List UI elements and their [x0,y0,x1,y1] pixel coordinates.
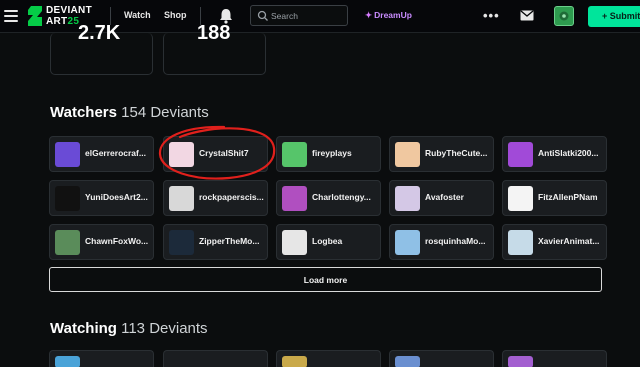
watcher-avatar[interactable] [55,230,80,255]
watcher-username[interactable]: XavierAnimat... [538,236,605,246]
logo-text-art: ART25 [46,16,80,27]
search-input[interactable]: Search [250,5,348,26]
avatar-gear-icon [559,11,569,21]
watcher-username[interactable]: YuniDoesArt2... [85,192,152,202]
watcher-avatar[interactable] [508,230,533,255]
watcher-card[interactable]: CrystalShit7 [163,136,268,172]
watcher-avatar[interactable] [282,186,307,211]
messages-mail-icon[interactable] [520,10,534,21]
stat-value-left: 2.7K [78,22,121,44]
watcher-card[interactable]: Logbea [276,224,381,260]
watching-card[interactable] [163,350,268,367]
watching-avatar[interactable] [508,356,533,367]
watcher-username[interactable]: Avafoster [425,192,492,202]
watcher-avatar[interactable] [395,230,420,255]
watching-card[interactable] [49,350,154,367]
watcher-avatar[interactable] [508,186,533,211]
watcher-username[interactable]: Logbea [312,236,379,246]
watcher-avatar[interactable] [282,230,307,255]
watching-count: 113 Deviants [121,320,208,337]
watching-avatar[interactable] [55,356,80,367]
watcher-card[interactable]: ChawnFoxWo... [49,224,154,260]
watcher-username[interactable]: CrystalShit7 [199,148,266,158]
watcher-username[interactable]: fireyplays [312,148,379,158]
watching-avatar[interactable] [282,356,307,367]
dreamup-link[interactable]: ✦ DreamUp [365,10,412,21]
watcher-avatar[interactable] [169,142,194,167]
watching-heading: Watching 113 Deviants [50,320,208,337]
sparkle-icon: ✦ [365,10,373,20]
menu-icon[interactable] [4,10,18,22]
watcher-card[interactable]: Charlottengy... [276,180,381,216]
watcher-card[interactable]: Avafoster [389,180,494,216]
logo-text-deviant: DEVIANT [46,5,92,16]
watcher-card[interactable]: rockpaperscis... [163,180,268,216]
watcher-username[interactable]: Charlottengy... [312,192,379,202]
watcher-avatar[interactable] [55,142,80,167]
watcher-card[interactable]: AntiSlatki200... [502,136,607,172]
watcher-card[interactable]: fireyplays [276,136,381,172]
watcher-avatar[interactable] [395,142,420,167]
watcher-username[interactable]: ZipperTheMo... [199,236,266,246]
stat-card-right: 188 [163,23,266,75]
search-icon [257,10,268,21]
watcher-username[interactable]: AntiSlatki200... [538,148,605,158]
watcher-card[interactable]: ZipperTheMo... [163,224,268,260]
watching-avatar[interactable] [395,356,420,367]
nav-shop-link[interactable]: Shop [164,10,187,20]
watcher-username[interactable]: rosquinhaMo... [425,236,492,246]
watcher-avatar[interactable] [282,142,307,167]
watcher-avatar[interactable] [169,186,194,211]
watcher-card[interactable]: FitzAllenPNam [502,180,607,216]
watching-card[interactable] [389,350,494,367]
load-more-button[interactable]: Load more [49,267,602,292]
watcher-avatar[interactable] [55,186,80,211]
submit-button[interactable]: + Submit [588,6,640,27]
watcher-card[interactable]: YuniDoesArt2... [49,180,154,216]
more-options-icon[interactable]: ••• [483,8,500,23]
watcher-card[interactable]: rosquinhaMo... [389,224,494,260]
stat-card-left: 2.7K [50,23,153,75]
watcher-card[interactable]: XavierAnimat... [502,224,607,260]
user-avatar[interactable] [554,6,574,26]
watcher-card[interactable]: RubyTheCute... [389,136,494,172]
watcher-avatar[interactable] [508,142,533,167]
stat-value-right: 188 [197,22,231,44]
watcher-username[interactable]: elGerrerocraf... [85,148,152,158]
watcher-username[interactable]: FitzAllenPNam [538,192,605,202]
nav-watch-link[interactable]: Watch [124,10,151,20]
watcher-card[interactable]: elGerrerocraf... [49,136,154,172]
watching-avatar[interactable] [169,356,194,367]
watcher-avatar[interactable] [169,230,194,255]
watchers-count: 154 Deviants [121,104,209,121]
watchers-heading: Watchers 154 Deviants [50,104,209,121]
watching-card[interactable] [276,350,381,367]
watching-card[interactable] [502,350,607,367]
search-placeholder: Search [271,11,298,21]
watcher-avatar[interactable] [395,186,420,211]
watcher-username[interactable]: rockpaperscis... [199,192,266,202]
watcher-username[interactable]: ChawnFoxWo... [85,236,152,246]
watcher-username[interactable]: RubyTheCute... [425,148,492,158]
deviantart-logo-icon [28,6,42,26]
